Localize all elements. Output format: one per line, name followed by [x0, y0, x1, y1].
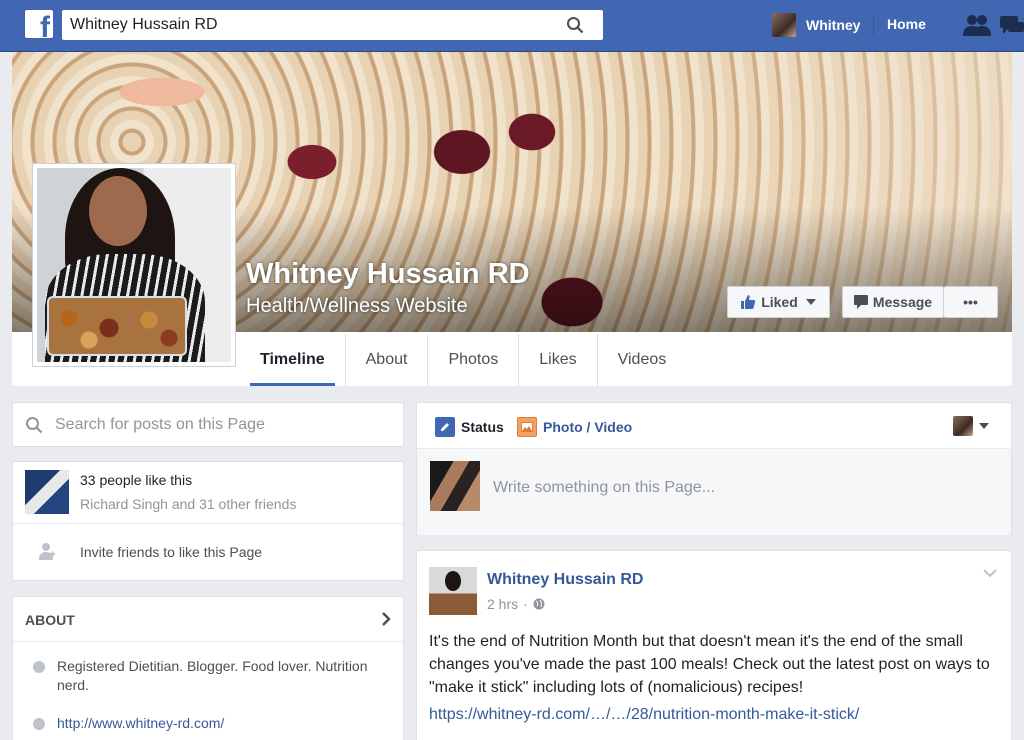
about-card: ABOUT Registered Dietitian. Blogger. Foo…	[12, 596, 404, 740]
search-posts-box[interactable]: Search for posts on this Page	[12, 402, 404, 447]
more-options-button[interactable]: •••	[944, 286, 998, 318]
tab-timeline[interactable]: Timeline	[240, 334, 346, 386]
messages-icon[interactable]	[1000, 14, 1024, 36]
message-button[interactable]: Message	[842, 286, 944, 318]
divider	[13, 641, 403, 642]
top-bar: f Whitney Home	[0, 0, 1024, 52]
post-card: Whitney Hussain RD 2 hrs · It's the end …	[416, 550, 1012, 740]
liked-button[interactable]: Liked	[727, 286, 830, 318]
page-title[interactable]: Whitney Hussain RD	[246, 258, 530, 291]
post-author-avatar[interactable]	[429, 567, 477, 615]
user-avatar	[953, 416, 973, 436]
status-tab[interactable]: Status	[435, 417, 504, 437]
about-website-link[interactable]: http://www.whitney-rd.com/	[57, 715, 224, 731]
composer-body[interactable]: Write something on this Page...	[417, 449, 1011, 535]
about-heading[interactable]: ABOUT	[25, 612, 75, 628]
tab-videos[interactable]: Videos	[598, 334, 687, 386]
user-avatar	[772, 13, 796, 37]
search-icon	[567, 17, 584, 34]
tab-about[interactable]: About	[346, 334, 429, 386]
likes-count[interactable]: 33 people like this	[80, 472, 192, 488]
post-author[interactable]: Whitney Hussain RD	[487, 571, 643, 589]
post-composer: Status Photo / Video Write something on …	[416, 402, 1012, 535]
message-icon	[853, 295, 868, 309]
chevron-right-icon[interactable]	[381, 611, 391, 627]
profile-picture[interactable]	[32, 163, 236, 367]
globe-icon	[533, 598, 545, 610]
message-label: Message	[872, 294, 933, 310]
page-tabs: Timeline About Photos Likes Videos	[240, 334, 686, 386]
status-label: Status	[461, 419, 504, 435]
nav-home-link[interactable]: Home	[887, 16, 926, 32]
likes-card: 33 people like this Richard Singh and 31…	[12, 461, 404, 581]
invite-friends-icon	[39, 543, 55, 560]
tab-photos[interactable]: Photos	[428, 334, 520, 386]
about-description: Registered Dietitian. Blogger. Food love…	[57, 658, 368, 693]
caret-down-icon	[979, 423, 989, 429]
invite-friends-link[interactable]: Invite friends to like this Page	[80, 544, 262, 560]
page-category[interactable]: Health/Wellness Website	[246, 295, 468, 318]
friend-avatar[interactable]	[25, 470, 69, 514]
divider	[13, 523, 403, 524]
pencil-icon	[435, 417, 455, 437]
post-timestamp[interactable]: 2 hrs ·	[487, 596, 545, 612]
search-box[interactable]	[62, 10, 603, 40]
search-input[interactable]	[62, 10, 542, 40]
page-header: Whitney Hussain RD Health/Wellness Websi…	[12, 52, 1012, 386]
likes-friends[interactable]: Richard Singh and 31 other friends	[80, 496, 296, 512]
composer-input[interactable]: Write something on this Page...	[493, 479, 715, 497]
user-name: Whitney	[806, 17, 861, 33]
facebook-logo-icon[interactable]: f	[25, 10, 53, 38]
globe-icon	[33, 718, 45, 730]
photo-video-label: Photo / Video	[543, 419, 633, 435]
nav-divider	[873, 14, 874, 36]
search-icon	[26, 417, 43, 434]
liked-label: Liked	[761, 294, 798, 310]
post-as-selector[interactable]	[953, 416, 989, 436]
post-text: It's the end of Nutrition Month but that…	[429, 633, 990, 696]
tab-likes[interactable]: Likes	[519, 334, 598, 386]
photo-video-tab[interactable]: Photo / Video	[517, 417, 632, 437]
post-time: 2 hrs	[487, 596, 519, 612]
caret-down-icon	[805, 299, 816, 305]
post-link[interactable]: https://whitney-rd.com/…/…/28/nutrition-…	[429, 706, 859, 724]
more-icon: •••	[963, 294, 978, 310]
photo-icon	[517, 417, 537, 437]
friend-requests-icon[interactable]	[962, 14, 992, 36]
nav-profile-link[interactable]: Whitney	[772, 12, 860, 38]
search-posts-placeholder: Search for posts on this Page	[55, 416, 265, 433]
thumbs-up-icon	[741, 295, 756, 309]
search-button[interactable]	[547, 10, 603, 40]
user-avatar	[430, 461, 480, 511]
chevron-down-icon[interactable]	[983, 569, 997, 578]
info-icon	[33, 661, 45, 673]
